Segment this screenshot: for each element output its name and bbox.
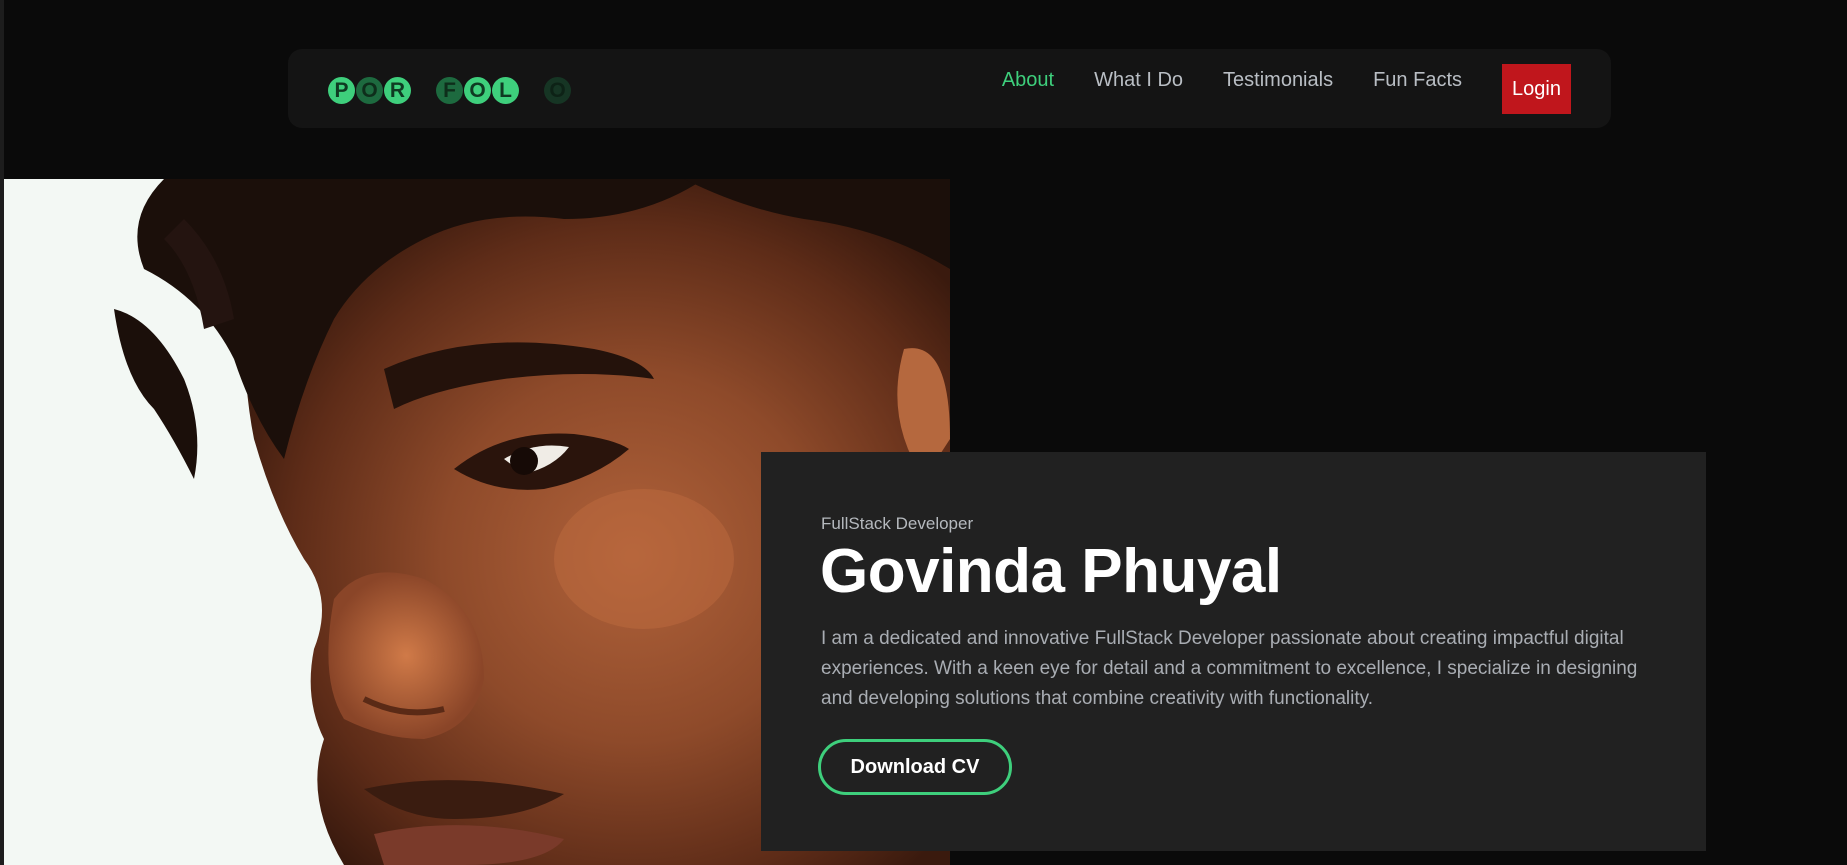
logo-letter: F (436, 76, 463, 104)
logo-letter: O (356, 76, 383, 104)
navbar: P O R F O L O About What I Do Testimonia… (288, 49, 1611, 128)
nav-link-testimonials[interactable]: Testimonials (1223, 69, 1333, 92)
nav-link-fun-facts[interactable]: Fun Facts (1373, 69, 1462, 92)
hero-card: FullStack Developer Govinda Phuyal I am … (761, 452, 1706, 851)
page: P O R F O L O About What I Do Testimonia… (0, 0, 1847, 865)
hero-bio: I am a dedicated and innovative FullStac… (821, 628, 1638, 709)
logo-letter: L (492, 76, 519, 104)
login-button[interactable]: Login (1502, 64, 1571, 114)
logo-letter: O (544, 76, 571, 104)
nav-link-about[interactable]: About (1002, 69, 1054, 92)
logo-letter: P (328, 76, 355, 104)
nav-link-what-i-do[interactable]: What I Do (1094, 69, 1183, 92)
download-cv-button[interactable]: Download CV (818, 739, 1012, 795)
logo[interactable]: P O R F O L O (328, 75, 572, 105)
hero-subtitle: FullStack Developer (821, 514, 974, 533)
nav-links: About What I Do Testimonials Fun Facts L… (1002, 49, 1571, 128)
logo-letter: R (384, 76, 411, 104)
logo-letter: O (464, 76, 491, 104)
hero-name: Govinda Phuyal (820, 537, 1282, 606)
